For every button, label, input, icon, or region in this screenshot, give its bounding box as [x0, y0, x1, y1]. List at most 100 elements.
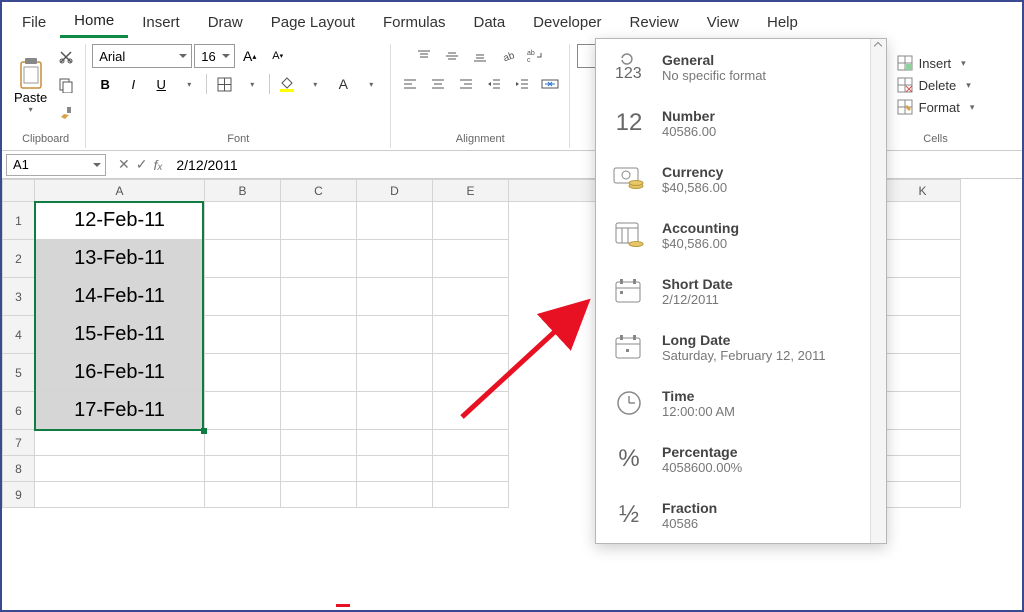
menu-data[interactable]: Data	[459, 8, 519, 37]
col-header-c[interactable]: C	[281, 180, 357, 202]
row-header-8[interactable]: 8	[3, 456, 35, 482]
cell[interactable]	[281, 392, 357, 430]
align-left-button[interactable]	[397, 72, 423, 96]
fill-handle[interactable]	[201, 428, 207, 434]
col-header-d[interactable]: D	[357, 180, 433, 202]
merge-button[interactable]	[537, 72, 563, 96]
delete-cells-button[interactable]: Delete▾	[893, 75, 979, 95]
cancel-formula-button[interactable]: ✕	[118, 156, 130, 173]
menu-developer[interactable]: Developer	[519, 8, 615, 37]
cell[interactable]	[885, 430, 961, 456]
underline-dropdown[interactable]: ▾	[176, 72, 202, 96]
fx-icon[interactable]: fx	[153, 157, 162, 173]
cell[interactable]	[433, 354, 509, 392]
row-header-4[interactable]: 4	[3, 316, 35, 354]
cell[interactable]	[35, 456, 205, 482]
cell[interactable]	[885, 482, 961, 508]
cell[interactable]	[885, 240, 961, 278]
menu-page-layout[interactable]: Page Layout	[257, 8, 369, 37]
cell-a3[interactable]: 14-Feb-11	[35, 278, 205, 316]
align-right-button[interactable]	[453, 72, 479, 96]
menu-view[interactable]: View	[693, 8, 753, 37]
cell[interactable]	[357, 430, 433, 456]
cell[interactable]	[281, 430, 357, 456]
format-option-fraction[interactable]: ½ Fraction40586	[596, 487, 886, 543]
cell[interactable]	[885, 202, 961, 240]
cell[interactable]	[205, 278, 281, 316]
decrease-indent-button[interactable]	[481, 72, 507, 96]
align-center-button[interactable]	[425, 72, 451, 96]
cell[interactable]	[281, 316, 357, 354]
format-option-percentage[interactable]: % Percentage4058600.00%	[596, 431, 886, 487]
cell[interactable]	[35, 430, 205, 456]
format-option-accounting[interactable]: Accounting$40,586.00	[596, 207, 886, 263]
cell[interactable]	[205, 430, 281, 456]
format-option-currency[interactable]: Currency$40,586.00	[596, 151, 886, 207]
borders-button[interactable]	[211, 72, 237, 96]
font-name-select[interactable]: Arial	[92, 44, 192, 68]
font-size-select[interactable]: 16	[194, 44, 234, 68]
cell[interactable]	[433, 202, 509, 240]
dropdown-scrollbar[interactable]	[870, 39, 886, 543]
format-painter-button[interactable]	[53, 101, 79, 125]
borders-dropdown[interactable]: ▾	[239, 72, 265, 96]
cell[interactable]	[281, 354, 357, 392]
cell[interactable]	[357, 456, 433, 482]
menu-review[interactable]: Review	[616, 8, 693, 37]
cell-a1[interactable]: 12-Feb-11	[35, 202, 205, 240]
cell[interactable]	[357, 202, 433, 240]
cell[interactable]	[205, 482, 281, 508]
increase-indent-button[interactable]	[509, 72, 535, 96]
cell-a6[interactable]: 17-Feb-11	[35, 392, 205, 430]
cell[interactable]	[885, 392, 961, 430]
cell[interactable]	[35, 482, 205, 508]
format-option-long-date[interactable]: Long DateSaturday, February 12, 2011	[596, 319, 886, 375]
cell[interactable]	[205, 392, 281, 430]
col-header-k[interactable]: K	[885, 180, 961, 202]
increase-font-button[interactable]: A▴	[237, 44, 263, 68]
align-middle-button[interactable]	[439, 44, 465, 68]
format-option-general[interactable]: 123 GeneralNo specific format	[596, 39, 886, 95]
menu-file[interactable]: File	[8, 8, 60, 37]
align-top-button[interactable]	[411, 44, 437, 68]
cell[interactable]	[885, 278, 961, 316]
cell[interactable]	[205, 202, 281, 240]
cell[interactable]	[205, 354, 281, 392]
cell[interactable]	[357, 240, 433, 278]
font-color-button[interactable]: A	[330, 72, 356, 96]
cell[interactable]	[433, 456, 509, 482]
col-header-b[interactable]: B	[205, 180, 281, 202]
orientation-button[interactable]: ab	[495, 44, 521, 68]
cell[interactable]	[357, 316, 433, 354]
select-all-corner[interactable]	[3, 180, 35, 202]
accept-formula-button[interactable]: ✓	[136, 156, 148, 173]
row-header-3[interactable]: 3	[3, 278, 35, 316]
format-option-number[interactable]: 12 Number40586.00	[596, 95, 886, 151]
menu-home[interactable]: Home	[60, 6, 128, 38]
bold-button[interactable]: B	[92, 72, 118, 96]
cut-button[interactable]	[53, 45, 79, 69]
cell[interactable]	[885, 316, 961, 354]
row-header-5[interactable]: 5	[3, 354, 35, 392]
row-header-1[interactable]: 1	[3, 202, 35, 240]
format-cells-button[interactable]: Format▾	[893, 97, 979, 117]
cell[interactable]	[433, 482, 509, 508]
align-bottom-button[interactable]	[467, 44, 493, 68]
cell[interactable]	[357, 278, 433, 316]
decrease-font-button[interactable]: A▾	[265, 44, 291, 68]
cell[interactable]	[205, 240, 281, 278]
row-header-2[interactable]: 2	[3, 240, 35, 278]
cell-a2[interactable]: 13-Feb-11	[35, 240, 205, 278]
cell[interactable]	[433, 240, 509, 278]
cell[interactable]	[433, 278, 509, 316]
font-color-dropdown[interactable]: ▾	[358, 72, 384, 96]
cell[interactable]	[281, 456, 357, 482]
copy-button[interactable]	[53, 73, 79, 97]
cell[interactable]	[885, 456, 961, 482]
italic-button[interactable]: I	[120, 72, 146, 96]
cell[interactable]	[205, 316, 281, 354]
cell[interactable]	[281, 202, 357, 240]
cell[interactable]	[281, 278, 357, 316]
cell[interactable]	[281, 482, 357, 508]
menu-help[interactable]: Help	[753, 8, 812, 37]
